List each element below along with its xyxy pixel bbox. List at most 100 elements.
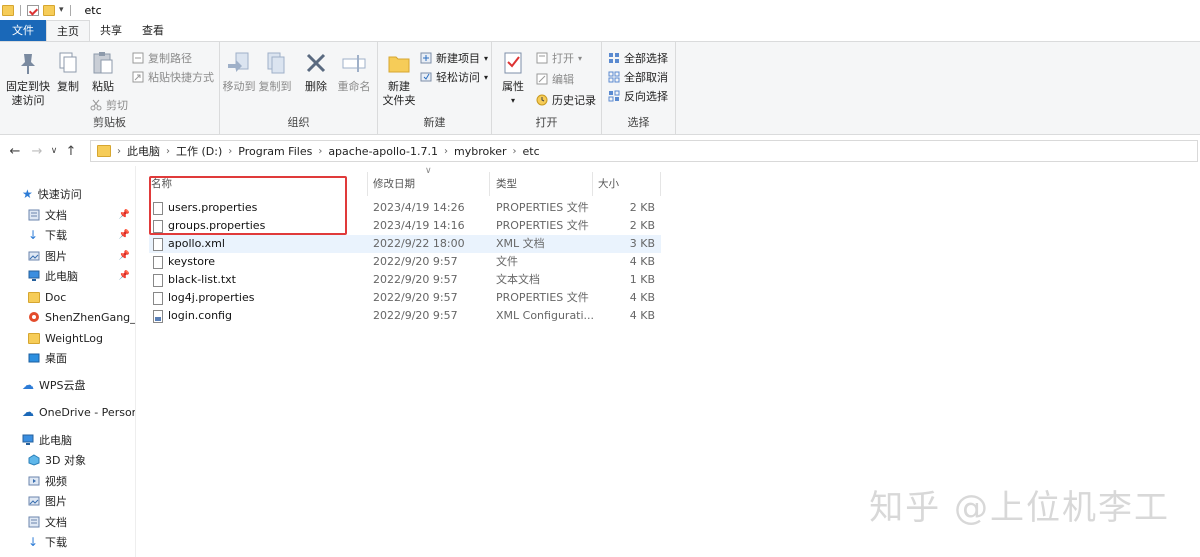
sidebar-item-this-pc[interactable]: 此电脑 <box>0 430 135 450</box>
up-arrow-icon[interactable]: ↑ <box>60 144 82 159</box>
breadcrumb-apollo[interactable]: apache-apollo-1.7.1 <box>328 145 438 158</box>
customize-quick-access-icon[interactable]: ▾ <box>59 5 64 15</box>
paste-shortcut-button[interactable]: 粘贴快捷方式 <box>132 69 214 85</box>
open-button[interactable]: 打开 ▾ <box>536 50 582 66</box>
new-folder-quick-icon[interactable] <box>43 4 55 16</box>
select-all-label: 全部选择 <box>624 52 668 65</box>
rename-button[interactable]: 重命名 <box>334 50 374 94</box>
sidebar-item-videos[interactable]: 视频 <box>0 471 135 491</box>
sidebar-item-doc[interactable]: Doc <box>0 287 135 307</box>
column-header-size[interactable]: 大小 <box>598 174 619 194</box>
select-all-button[interactable]: 全部选择 <box>608 50 668 66</box>
move-to-icon <box>226 50 252 76</box>
sidebar-item-documents-pc[interactable]: 文档 <box>0 512 135 532</box>
pin-icon[interactable]: 📌 <box>119 210 130 220</box>
tab-file[interactable]: 文件 <box>0 20 46 41</box>
recent-dropdown-icon[interactable]: ∨ <box>48 146 60 156</box>
move-to-button[interactable]: 移动到 <box>222 50 256 94</box>
sidebar-item-wps-cloud[interactable]: ☁ WPS云盘 <box>0 375 135 395</box>
tab-home[interactable]: 主页 <box>46 20 90 41</box>
tab-share[interactable]: 共享 <box>90 20 132 41</box>
breadcrumb-mybroker[interactable]: mybroker <box>454 145 507 158</box>
copy-label: 复制 <box>57 80 79 93</box>
column-header-date[interactable]: 修改日期 <box>373 174 415 194</box>
back-arrow-icon[interactable]: ← <box>4 144 26 159</box>
forward-arrow-icon[interactable]: → <box>26 144 48 159</box>
copy-to-button[interactable]: 复制到 <box>258 50 292 94</box>
easy-access-button[interactable]: 轻松访问 ▾ <box>420 69 488 85</box>
scissors-icon <box>90 99 102 111</box>
copy-button[interactable]: 复制 <box>54 50 82 94</box>
new-folder-button[interactable]: 新建 文件夹 <box>380 50 418 108</box>
cube-icon <box>28 454 40 466</box>
pin-quick-access-button[interactable]: 固定到快 速访问 <box>4 50 52 108</box>
history-button[interactable]: 历史记录 <box>536 92 596 108</box>
documents-icon <box>28 516 40 528</box>
sidebar-item-documents[interactable]: 文档 📌 <box>0 205 135 225</box>
column-divider[interactable] <box>592 172 593 196</box>
address-bar[interactable]: › 此电脑 › 工作 (D:) › Program Files › apache… <box>90 140 1198 162</box>
pin-label: 固定到快 速访问 <box>6 80 50 107</box>
file-row[interactable]: log4j.properties 2022/9/20 9:57 PROPERTI… <box>149 289 661 307</box>
properties-quick-icon[interactable] <box>27 4 39 16</box>
sidebar-item-onedrive[interactable]: ☁ OneDrive - Persona <box>0 402 135 422</box>
file-name: log4j.properties <box>168 291 255 304</box>
sidebar-item-this-pc-quick[interactable]: 此电脑 📌 <box>0 266 135 286</box>
sidebar-item-downloads[interactable]: ↓ 下载 📌 <box>0 225 135 245</box>
paste-button[interactable]: 粘贴 <box>88 50 118 94</box>
select-none-button[interactable]: 全部取消 <box>608 69 668 85</box>
column-divider[interactable] <box>489 172 490 196</box>
sidebar-item-pictures[interactable]: 图片 📌 <box>0 246 135 266</box>
new-item-button[interactable]: 新建项目 ▾ <box>420 50 488 66</box>
delete-button[interactable]: 删除 <box>302 50 330 94</box>
copy-path-button[interactable]: 复制路径 <box>132 50 192 66</box>
new-item-label: 新建项目 <box>436 52 480 65</box>
copy-icon <box>55 50 81 76</box>
cut-label: 剪切 <box>106 99 128 112</box>
edit-button[interactable]: 编辑 <box>536 71 574 87</box>
file-size: 1 KB <box>629 273 655 286</box>
sidebar-item-downloads-pc[interactable]: ↓ 下载 <box>0 532 135 552</box>
column-header-type[interactable]: 类型 <box>496 174 517 194</box>
invert-selection-button[interactable]: 反向选择 <box>608 88 668 104</box>
pictures-icon <box>28 495 40 507</box>
download-arrow-icon: ↓ <box>28 228 39 242</box>
chevron-right-icon[interactable]: › <box>513 146 517 157</box>
ribbon: 固定到快 速访问 复制 粘贴 复制路径 粘贴快捷方式 剪切 剪贴板 移动到 复制… <box>0 41 1200 135</box>
file-row[interactable]: black-list.txt 2022/9/20 9:57 文本文档 1 KB <box>149 271 661 289</box>
column-divider[interactable] <box>367 172 368 196</box>
history-icon <box>536 94 548 106</box>
breadcrumb-program-files[interactable]: Program Files <box>238 145 312 158</box>
organize-group-label: 组织 <box>287 116 310 129</box>
sidebar-item-3d-objects[interactable]: 3D 对象 <box>0 450 135 470</box>
chevron-right-icon[interactable]: › <box>444 146 448 157</box>
properties-button[interactable]: 属性 ▾ <box>498 50 528 108</box>
pin-icon[interactable]: 📌 <box>119 230 130 240</box>
file-name-cell: black-list.txt <box>153 271 236 289</box>
sidebar-item-weightlog[interactable]: WeightLog <box>0 328 135 348</box>
file-name: black-list.txt <box>168 273 236 286</box>
chevron-right-icon[interactable]: › <box>228 146 232 157</box>
tab-view[interactable]: 查看 <box>132 20 174 41</box>
breadcrumb-drive[interactable]: 工作 (D:) <box>176 143 222 159</box>
video-icon <box>28 475 40 487</box>
sidebar-item-desktop[interactable]: 桌面 <box>0 348 135 368</box>
sidebar-item-pictures-pc[interactable]: 图片 <box>0 491 135 511</box>
chevron-right-icon[interactable]: › <box>318 146 322 157</box>
cut-button[interactable]: 剪切 <box>90 97 128 113</box>
file-row[interactable]: login.config 2022/9/20 9:57 XML Configur… <box>149 307 661 325</box>
column-divider[interactable] <box>660 172 661 196</box>
pin-icon[interactable]: 📌 <box>119 271 130 281</box>
breadcrumb-etc[interactable]: etc <box>523 145 540 158</box>
move-to-label: 移动到 <box>222 80 256 93</box>
pin-icon[interactable]: 📌 <box>119 251 130 261</box>
sidebar-item-shenzhengang[interactable]: ShenZhenGang_YU <box>0 307 135 327</box>
sidebar-item-quick-access[interactable]: ★ 快速访问 <box>0 184 135 204</box>
app-folder-icon <box>28 311 40 323</box>
file-row-selected[interactable]: apollo.xml 2022/9/22 18:00 XML 文档 3 KB <box>149 235 661 253</box>
folder-icon <box>28 291 40 303</box>
breadcrumb-this-pc[interactable]: 此电脑 <box>127 143 160 159</box>
chevron-right-icon[interactable]: › <box>166 146 170 157</box>
folder-icon <box>97 145 111 157</box>
file-row[interactable]: keystore 2022/9/20 9:57 文件 4 KB <box>149 253 661 271</box>
